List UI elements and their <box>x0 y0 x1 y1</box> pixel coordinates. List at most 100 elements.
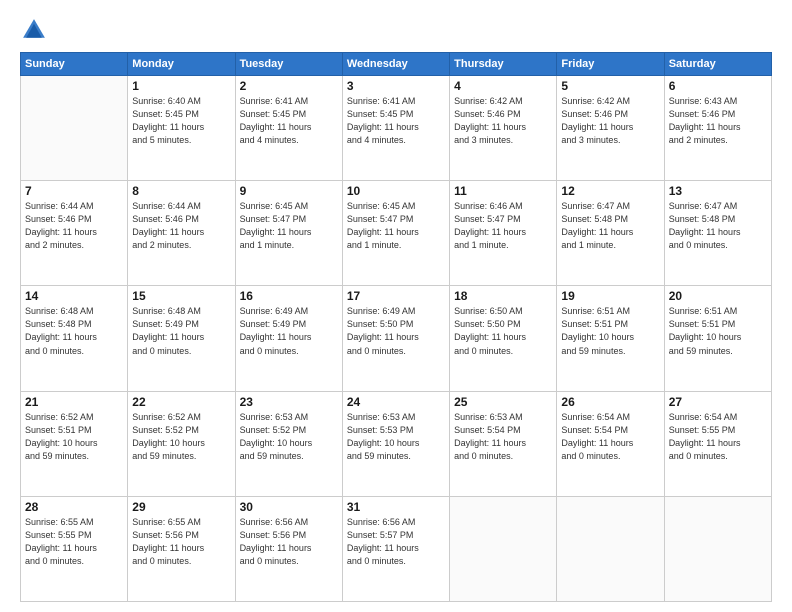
day-number: 30 <box>240 500 338 514</box>
day-info: Sunrise: 6:54 AMSunset: 5:55 PMDaylight:… <box>669 411 767 463</box>
day-info: Sunrise: 6:53 AMSunset: 5:54 PMDaylight:… <box>454 411 552 463</box>
day-info: Sunrise: 6:45 AMSunset: 5:47 PMDaylight:… <box>240 200 338 252</box>
calendar-cell <box>21 76 128 181</box>
day-number: 21 <box>25 395 123 409</box>
day-number: 23 <box>240 395 338 409</box>
day-number: 6 <box>669 79 767 93</box>
day-number: 2 <box>240 79 338 93</box>
calendar-cell: 31 Sunrise: 6:56 AMSunset: 5:57 PMDayligh… <box>342 496 449 601</box>
week-row-2: 7 Sunrise: 6:44 AMSunset: 5:46 PMDaylight… <box>21 181 772 286</box>
calendar-cell: 17 Sunrise: 6:49 AMSunset: 5:50 PMDayligh… <box>342 286 449 391</box>
week-row-1: 1 Sunrise: 6:40 AMSunset: 5:45 PMDaylight… <box>21 76 772 181</box>
calendar-cell: 21 Sunrise: 6:52 AMSunset: 5:51 PMDayligh… <box>21 391 128 496</box>
weekday-header-thursday: Thursday <box>450 53 557 76</box>
day-number: 15 <box>132 289 230 303</box>
day-info: Sunrise: 6:46 AMSunset: 5:47 PMDaylight:… <box>454 200 552 252</box>
day-number: 5 <box>561 79 659 93</box>
calendar-cell: 24 Sunrise: 6:53 AMSunset: 5:53 PMDayligh… <box>342 391 449 496</box>
calendar-cell: 1 Sunrise: 6:40 AMSunset: 5:45 PMDaylight… <box>128 76 235 181</box>
week-row-3: 14Sunrise: 6:48 AMSunset: 5:48 PMDayligh… <box>21 286 772 391</box>
day-info: Sunrise: 6:44 AMSunset: 5:46 PMDaylight:… <box>25 200 123 252</box>
day-info: Sunrise: 6:47 AMSunset: 5:48 PMDaylight:… <box>669 200 767 252</box>
day-number: 9 <box>240 184 338 198</box>
day-info: Sunrise: 6:41 AMSunset: 5:45 PMDaylight:… <box>347 95 445 147</box>
day-number: 28 <box>25 500 123 514</box>
day-info: Sunrise: 6:45 AMSunset: 5:47 PMDaylight:… <box>347 200 445 252</box>
calendar-cell: 4Sunrise: 6:42 AMSunset: 5:46 PMDaylight… <box>450 76 557 181</box>
day-info: Sunrise: 6:52 AMSunset: 5:51 PMDaylight:… <box>25 411 123 463</box>
day-number: 11 <box>454 184 552 198</box>
weekday-header-friday: Friday <box>557 53 664 76</box>
weekday-header-row: SundayMondayTuesdayWednesdayThursdayFrid… <box>21 53 772 76</box>
day-number: 18 <box>454 289 552 303</box>
weekday-header-sunday: Sunday <box>21 53 128 76</box>
day-info: Sunrise: 6:52 AMSunset: 5:52 PMDaylight:… <box>132 411 230 463</box>
day-info: Sunrise: 6:40 AMSunset: 5:45 PMDaylight:… <box>132 95 230 147</box>
day-number: 31 <box>347 500 445 514</box>
calendar-cell: 13 Sunrise: 6:47 AMSunset: 5:48 PMDayligh… <box>664 181 771 286</box>
day-number: 27 <box>669 395 767 409</box>
calendar-cell: 12Sunrise: 6:47 AMSunset: 5:48 PMDayligh… <box>557 181 664 286</box>
logo-icon <box>20 16 48 44</box>
day-number: 3 <box>347 79 445 93</box>
day-info: Sunrise: 6:53 AMSunset: 5:53 PMDaylight:… <box>347 411 445 463</box>
day-number: 8 <box>132 184 230 198</box>
day-info: Sunrise: 6:49 AMSunset: 5:50 PMDaylight:… <box>347 305 445 357</box>
day-info: Sunrise: 6:51 AMSunset: 5:51 PMDaylight:… <box>561 305 659 357</box>
calendar-cell: 26 Sunrise: 6:54 AMSunset: 5:54 PMDayligh… <box>557 391 664 496</box>
calendar-cell: 16Sunrise: 6:49 AMSunset: 5:49 PMDayligh… <box>235 286 342 391</box>
calendar-cell: 28Sunrise: 6:55 AMSunset: 5:55 PMDayligh… <box>21 496 128 601</box>
day-number: 4 <box>454 79 552 93</box>
day-number: 10 <box>347 184 445 198</box>
logo <box>20 16 52 44</box>
calendar-cell: 27 Sunrise: 6:54 AMSunset: 5:55 PMDayligh… <box>664 391 771 496</box>
calendar-cell: 8Sunrise: 6:44 AMSunset: 5:46 PMDaylight… <box>128 181 235 286</box>
calendar-cell <box>557 496 664 601</box>
calendar-table: SundayMondayTuesdayWednesdayThursdayFrid… <box>20 52 772 602</box>
day-number: 7 <box>25 184 123 198</box>
day-number: 19 <box>561 289 659 303</box>
day-info: Sunrise: 6:53 AMSunset: 5:52 PMDaylight:… <box>240 411 338 463</box>
calendar-cell: 14Sunrise: 6:48 AMSunset: 5:48 PMDayligh… <box>21 286 128 391</box>
calendar-cell: 10 Sunrise: 6:45 AMSunset: 5:47 PMDayligh… <box>342 181 449 286</box>
weekday-header-tuesday: Tuesday <box>235 53 342 76</box>
calendar-cell: 3 Sunrise: 6:41 AMSunset: 5:45 PMDaylight… <box>342 76 449 181</box>
day-info: Sunrise: 6:56 AMSunset: 5:57 PMDaylight:… <box>347 516 445 568</box>
day-number: 17 <box>347 289 445 303</box>
weekday-header-saturday: Saturday <box>664 53 771 76</box>
calendar-cell: 23 Sunrise: 6:53 AMSunset: 5:52 PMDayligh… <box>235 391 342 496</box>
header <box>20 16 772 44</box>
weekday-header-monday: Monday <box>128 53 235 76</box>
calendar-cell <box>664 496 771 601</box>
day-info: Sunrise: 6:42 AMSunset: 5:46 PMDaylight:… <box>561 95 659 147</box>
calendar-cell: 25Sunrise: 6:53 AMSunset: 5:54 PMDayligh… <box>450 391 557 496</box>
day-number: 12 <box>561 184 659 198</box>
day-number: 24 <box>347 395 445 409</box>
day-number: 22 <box>132 395 230 409</box>
calendar-cell: 7 Sunrise: 6:44 AMSunset: 5:46 PMDaylight… <box>21 181 128 286</box>
calendar-cell: 18 Sunrise: 6:50 AMSunset: 5:50 PMDayligh… <box>450 286 557 391</box>
calendar-cell: 15Sunrise: 6:48 AMSunset: 5:49 PMDayligh… <box>128 286 235 391</box>
calendar-cell: 19 Sunrise: 6:51 AMSunset: 5:51 PMDayligh… <box>557 286 664 391</box>
day-info: Sunrise: 6:43 AMSunset: 5:46 PMDaylight:… <box>669 95 767 147</box>
day-number: 16 <box>240 289 338 303</box>
page: SundayMondayTuesdayWednesdayThursdayFrid… <box>0 0 792 612</box>
calendar-body: 1 Sunrise: 6:40 AMSunset: 5:45 PMDaylight… <box>21 76 772 602</box>
calendar-cell <box>450 496 557 601</box>
week-row-4: 21 Sunrise: 6:52 AMSunset: 5:51 PMDayligh… <box>21 391 772 496</box>
calendar-cell: 5 Sunrise: 6:42 AMSunset: 5:46 PMDaylight… <box>557 76 664 181</box>
day-info: Sunrise: 6:50 AMSunset: 5:50 PMDaylight:… <box>454 305 552 357</box>
day-info: Sunrise: 6:56 AMSunset: 5:56 PMDaylight:… <box>240 516 338 568</box>
calendar-cell: 6 Sunrise: 6:43 AMSunset: 5:46 PMDaylight… <box>664 76 771 181</box>
day-number: 20 <box>669 289 767 303</box>
calendar-cell: 29Sunrise: 6:55 AMSunset: 5:56 PMDayligh… <box>128 496 235 601</box>
calendar-cell: 11 Sunrise: 6:46 AMSunset: 5:47 PMDayligh… <box>450 181 557 286</box>
day-number: 26 <box>561 395 659 409</box>
calendar-cell: 22 Sunrise: 6:52 AMSunset: 5:52 PMDayligh… <box>128 391 235 496</box>
day-info: Sunrise: 6:51 AMSunset: 5:51 PMDaylight:… <box>669 305 767 357</box>
day-info: Sunrise: 6:41 AMSunset: 5:45 PMDaylight:… <box>240 95 338 147</box>
day-info: Sunrise: 6:54 AMSunset: 5:54 PMDaylight:… <box>561 411 659 463</box>
day-number: 1 <box>132 79 230 93</box>
day-info: Sunrise: 6:55 AMSunset: 5:56 PMDaylight:… <box>132 516 230 568</box>
day-number: 13 <box>669 184 767 198</box>
